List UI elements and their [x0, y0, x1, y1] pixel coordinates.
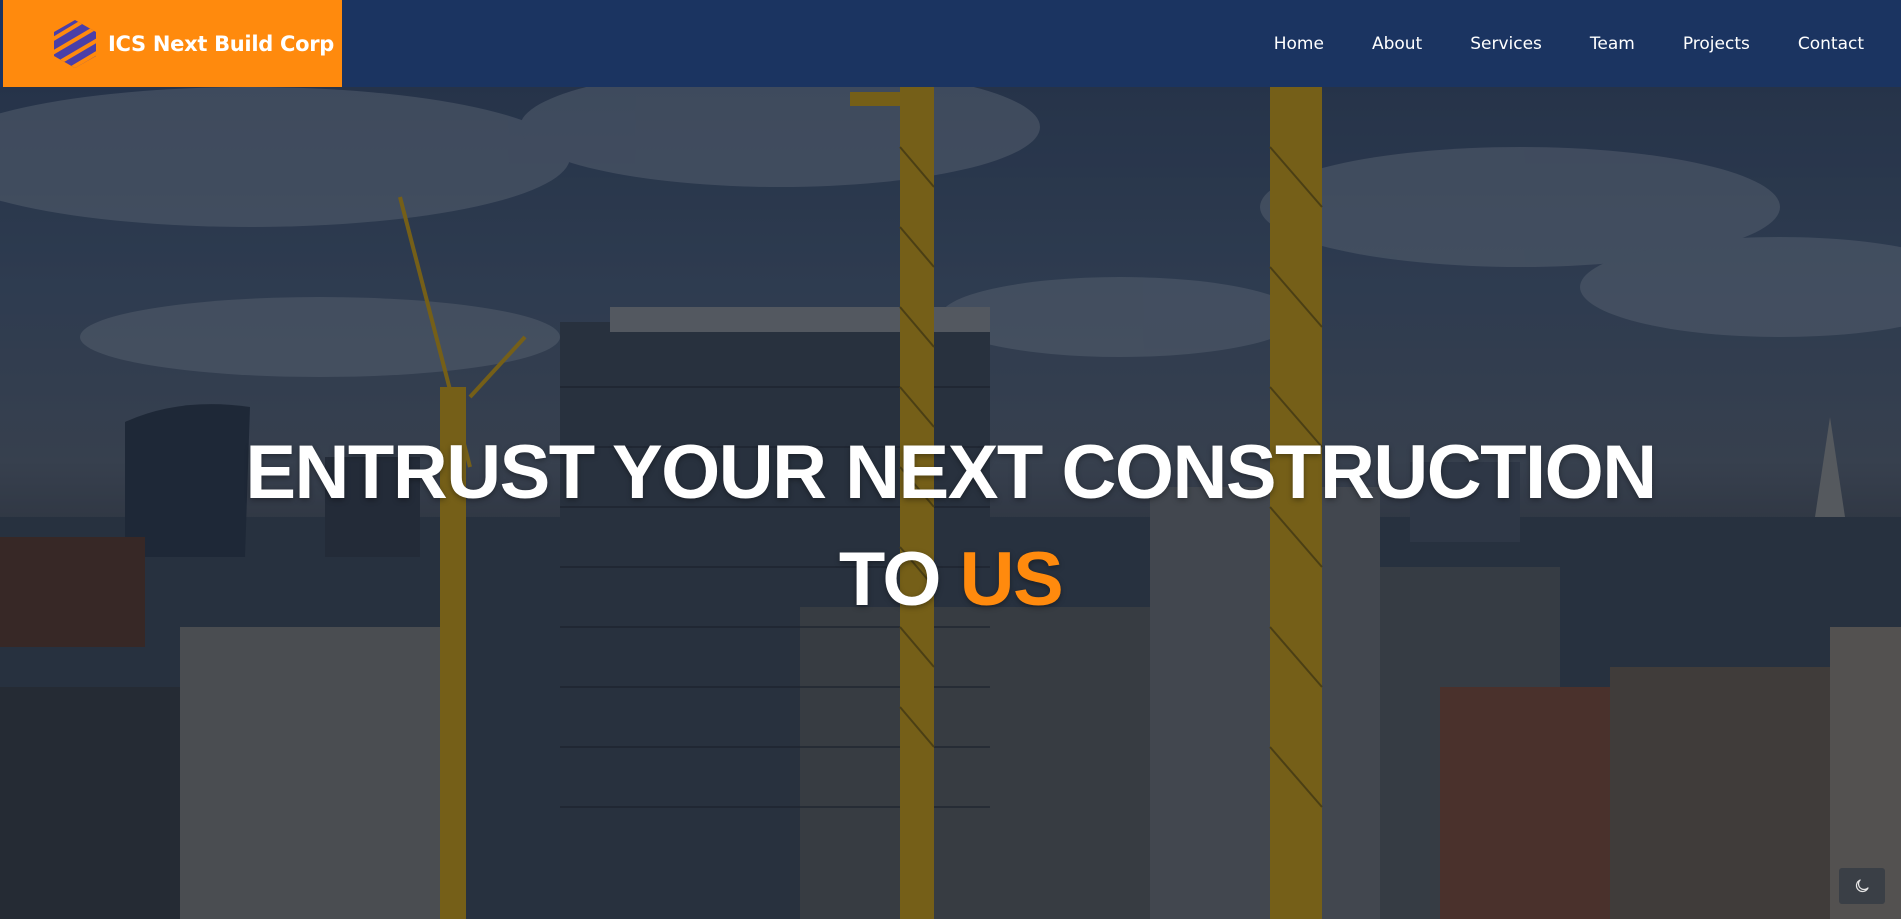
- nav-link-team[interactable]: Team: [1590, 34, 1635, 54]
- nav-link-contact[interactable]: Contact: [1798, 34, 1864, 54]
- hero-section: ENTRUST YOUR NEXT CONSTRUCTION TO US: [0, 87, 1901, 919]
- brand-name: ICS Next Build Corp: [108, 31, 334, 56]
- brand-link[interactable]: ICS Next Build Corp: [3, 0, 342, 87]
- navbar: ICS Next Build Corp Home About Services …: [0, 0, 1901, 87]
- hero-title-line-1: ENTRUST YOUR NEXT CONSTRUCTION: [245, 430, 1657, 515]
- hero-title: ENTRUST YOUR NEXT CONSTRUCTION TO US: [0, 419, 1901, 633]
- nav-link-projects[interactable]: Projects: [1683, 34, 1750, 54]
- hero-title-line-2: TO US: [0, 526, 1901, 633]
- hexagon-stripes-logo-icon: [54, 19, 96, 68]
- nav-link-services[interactable]: Services: [1470, 34, 1542, 54]
- hero-title-prefix: TO: [838, 537, 942, 622]
- hero-title-accent: US: [959, 537, 1064, 622]
- moon-icon: [1855, 879, 1869, 893]
- main-nav: Home About Services Team Projects Contac…: [1274, 0, 1864, 87]
- theme-toggle-button[interactable]: [1839, 868, 1885, 904]
- nav-link-about[interactable]: About: [1372, 34, 1422, 54]
- nav-link-home[interactable]: Home: [1274, 34, 1324, 54]
